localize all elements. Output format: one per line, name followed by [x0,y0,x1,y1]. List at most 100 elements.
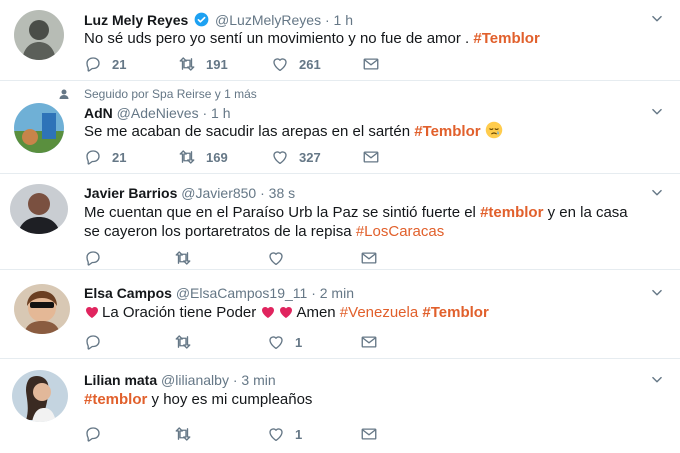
like-count: 261 [299,56,321,72]
user-handle[interactable]: @lilianalby [161,372,229,388]
user-handle[interactable]: @AdeNieves [117,105,199,121]
retweet-button[interactable] [174,333,192,351]
chevron-down-icon[interactable] [650,373,664,387]
tweet-header: Javier Barrios @Javier850 · 38 s [84,185,295,201]
hashtag-link[interactable]: #temblor [84,391,147,408]
avatar[interactable] [14,103,64,153]
heart-icon [271,55,289,73]
chevron-down-icon[interactable] [650,186,664,200]
tweet-actions: 1 [84,425,404,443]
display-name[interactable]: Lilian mata [84,372,157,388]
avatar[interactable] [12,370,68,422]
tweet-text: No sé uds pero yo sentí un movimiento y … [84,28,540,49]
tweet-card[interactable]: Luz Mely Reyes @LuzMelyReyes · 1 h No sé… [0,0,680,80]
sleepy-face-emoji-icon [485,121,503,139]
reply-button[interactable] [84,425,102,443]
heart-icon [267,425,285,443]
retweet-icon [174,425,192,443]
like-button[interactable]: 1 [267,333,302,351]
reply-button[interactable]: 21 [84,55,126,73]
chevron-down-icon[interactable] [650,286,664,300]
red-heart-emoji-icon [84,304,100,320]
retweet-button[interactable] [174,249,192,267]
display-name[interactable]: Luz Mely Reyes [84,12,188,28]
tweet-header: Lilian mata @lilianalby · 3 min [84,372,276,388]
message-button[interactable] [362,148,380,166]
tweet-text-line-1: Me cuentan que en el Paraíso Urb la Paz … [84,202,628,223]
retweet-icon [174,249,192,267]
user-handle[interactable]: @Javier850 [181,185,256,201]
retweet-count: 191 [206,56,228,72]
separator-dot: · [311,285,316,301]
timestamp[interactable]: 1 h [334,12,353,28]
chevron-down-icon[interactable] [650,12,664,26]
tweet-body: La Oración tiene Poder [102,304,257,321]
envelope-icon [360,249,378,267]
separator-dot: · [202,105,208,121]
tweet-card[interactable]: Elsa Campos @ElsaCampos19_11 · 2 min La … [0,270,680,358]
like-button[interactable]: 327 [271,148,321,166]
tweet-text-line-2: se cayeron los portaretratos de la repis… [84,221,444,242]
user-handle[interactable]: @ElsaCampos19_11 [176,285,307,301]
display-name[interactable]: Elsa Campos [84,285,172,301]
tweet-text: #temblor y hoy es mi cumpleaños [84,389,312,410]
hashtag-link[interactable]: #LosCaracas [356,223,444,240]
retweet-icon [178,148,196,166]
tweet-actions: 21 169 327 [84,148,404,166]
message-button[interactable] [360,425,378,443]
tweet-card[interactable]: Javier Barrios @Javier850 · 38 s Me cuen… [0,174,680,269]
like-count: 1 [295,426,303,442]
like-button[interactable]: 1 [267,425,302,443]
person-icon [59,89,69,99]
envelope-icon [362,148,380,166]
reply-icon [84,55,102,73]
reply-icon [84,333,102,351]
separator-dot: · [232,372,238,388]
display-name[interactable]: Javier Barrios [84,185,177,201]
retweet-button[interactable]: 169 [178,148,228,166]
timestamp[interactable]: 2 min [320,285,354,301]
tweet-body: Se me acaban de sacudir las arepas en el… [84,123,411,140]
hashtag-link[interactable]: #Venezuela [340,304,418,321]
envelope-icon [362,55,380,73]
timestamp[interactable]: 38 s [269,185,295,201]
tweet-actions: 21 191 261 [84,55,404,73]
retweet-button[interactable]: 191 [178,55,228,73]
like-button[interactable] [267,249,285,267]
hashtag-link[interactable]: #Temblor [414,123,480,140]
user-handle[interactable]: @LuzMelyReyes [215,12,321,28]
like-button[interactable]: 261 [271,55,321,73]
tweet-card[interactable]: Lilian mata @lilianalby · 3 min #temblor… [0,359,680,453]
reply-button[interactable] [84,249,102,267]
tweet-body: y en la casa [547,204,628,221]
hashtag-link[interactable]: #Temblor [473,30,539,47]
display-name[interactable]: AdN [84,105,113,121]
avatar[interactable] [14,10,64,60]
retweet-button[interactable] [174,425,192,443]
message-button[interactable] [360,249,378,267]
heart-icon [271,148,289,166]
timestamp[interactable]: 1 h [211,105,230,121]
chevron-down-icon[interactable] [650,105,664,119]
retweet-count: 169 [206,149,228,165]
hashtag-link[interactable]: #temblor [480,204,543,221]
avatar[interactable] [10,184,68,234]
tweet-body: No sé uds pero yo sentí un movimiento y … [84,30,470,47]
avatar[interactable] [14,284,70,334]
tweet-header: Luz Mely Reyes @LuzMelyReyes · 1 h [84,12,353,28]
message-button[interactable] [362,55,380,73]
social-context[interactable]: Seguido por Spa Reirse y 1 más [84,87,257,101]
tweet-header: Elsa Campos @ElsaCampos19_11 · 2 min [84,285,354,301]
tweet-actions: 1 [84,333,404,351]
tweet-body: y hoy es mi cumpleaños [151,391,313,408]
tweet-card[interactable]: Seguido por Spa Reirse y 1 más AdN @AdeN… [0,81,680,173]
hashtag-link[interactable]: #Temblor [422,304,488,321]
reply-button[interactable]: 21 [84,148,126,166]
message-button[interactable] [360,333,378,351]
envelope-icon [360,425,378,443]
timestamp[interactable]: 3 min [241,372,275,388]
red-heart-emoji-icon [278,304,294,320]
reply-button[interactable] [84,333,102,351]
reply-count: 21 [112,56,127,72]
tweet-text: Se me acaban de sacudir las arepas en el… [84,121,503,142]
